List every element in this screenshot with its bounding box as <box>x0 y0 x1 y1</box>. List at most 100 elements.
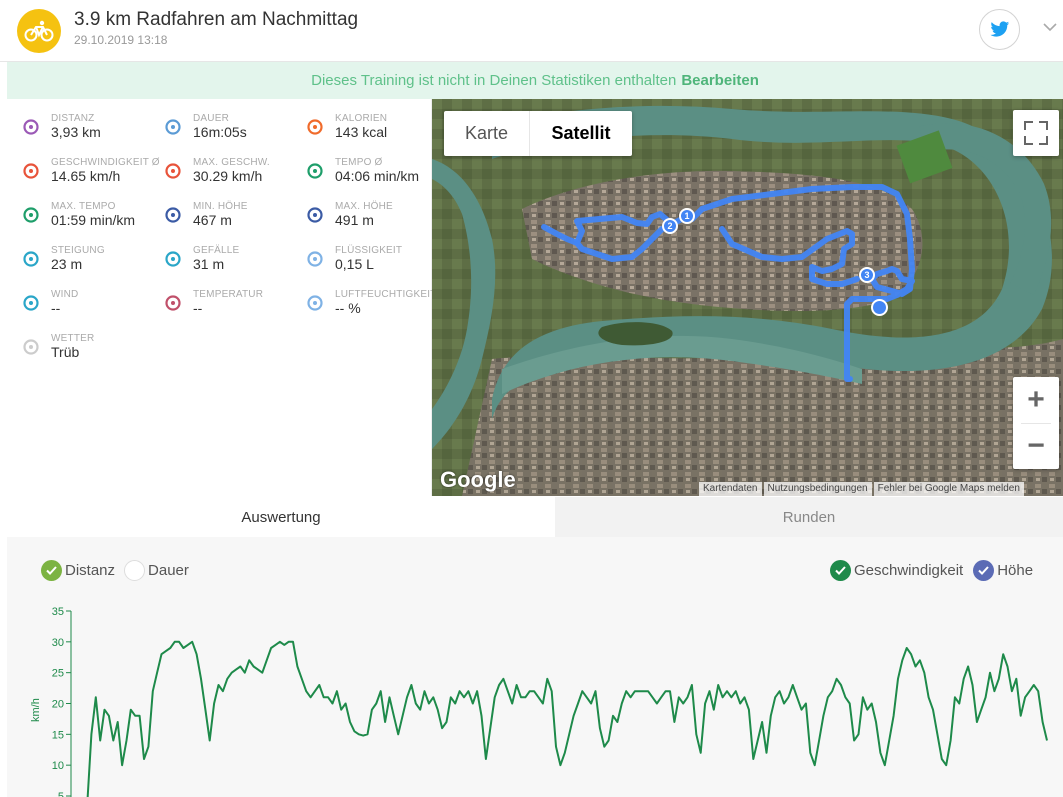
stat-dauer: DAUER 16m:05s <box>149 99 289 140</box>
stat-label: GESCHWINDIGKEIT Ø <box>51 157 160 168</box>
stat-max-höhe: MAX. HÖHE 491 m <box>291 187 431 228</box>
fullscreen-button[interactable] <box>1013 110 1059 156</box>
attribution-nutzungsbedingungen[interactable]: Nutzungsbedingungen <box>763 482 872 496</box>
stat-value: Trüb <box>51 344 80 360</box>
route-map[interactable]: 1 2 3 Karte Satellit + − Google Kartenda… <box>432 99 1063 496</box>
stat-value: 491 m <box>335 212 374 228</box>
satellite-map-image <box>432 99 1063 496</box>
stat-label: MAX. GESCHW. <box>193 157 270 168</box>
tab-runden[interactable]: Runden <box>555 497 1063 537</box>
wind-icon <box>22 294 40 312</box>
stat-value: 14.65 km/h <box>51 168 121 184</box>
analysis-tabs: Auswertung Runden <box>7 497 1063 537</box>
stat-tempo: TEMPO Ø 04:06 min/km <box>291 143 431 184</box>
google-logo: Google <box>440 467 516 492</box>
zoom-out-button[interactable]: − <box>1013 423 1059 469</box>
stat-value: 143 kcal <box>335 124 388 140</box>
distanz-label: Distanz <box>65 561 116 579</box>
map-type-satellit-button[interactable]: Satellit <box>530 111 632 156</box>
stat-wind: WIND -- <box>7 275 147 316</box>
zoom-separator <box>1021 423 1051 424</box>
pace-icon <box>306 162 324 180</box>
dauer-checkbox[interactable] <box>124 559 146 581</box>
distance-pin-icon <box>22 118 40 136</box>
stat-value: 01:59 min/km <box>51 212 136 228</box>
stat-label: TEMPERATUR <box>193 289 264 300</box>
map-type-karte-button[interactable]: Karte <box>444 111 530 156</box>
stat-steigung: STEIGUNG 23 m <box>7 231 147 272</box>
mountain-max-icon <box>306 206 324 224</box>
x-axis-toggle: Distanz Dauer <box>41 559 189 581</box>
stat-wetter: WETTER Trüb <box>7 319 147 360</box>
stat-value: 467 m <box>193 212 232 228</box>
y-tick-label: 20 <box>52 699 64 711</box>
map-attribution: Kartendaten Nutzungsbedingungen Fehler b… <box>697 482 1024 496</box>
attribution-fehler-melden[interactable]: Fehler bei Google Maps melden <box>873 482 1024 496</box>
geschwindigkeit-checkbox[interactable] <box>830 559 851 581</box>
stopwatch-icon <box>164 118 182 136</box>
fullscreen-icon <box>1024 121 1048 145</box>
activity-date: 29.10.2019 13:18 <box>74 33 168 47</box>
edit-link[interactable]: Bearbeiten <box>681 72 759 89</box>
stat-value: 16m:05s <box>193 124 247 140</box>
route-marker-3[interactable]: 3 <box>859 267 875 283</box>
stat-label: KALORIEN <box>335 113 388 124</box>
stat-kalorien: KALORIEN 143 kcal <box>291 99 431 140</box>
y-tick-label: 15 <box>52 729 64 741</box>
stat-label: TEMPO Ø <box>335 157 383 168</box>
stat-value: -- % <box>335 300 361 316</box>
check-icon <box>46 565 57 575</box>
geschwindigkeit-label: Geschwindigkeit <box>854 561 964 579</box>
mountain-min-icon <box>164 206 182 224</box>
attribution-kartendaten[interactable]: Kartendaten <box>699 482 762 496</box>
zoom-controls: + − <box>1013 377 1059 469</box>
twitter-share-button[interactable] <box>979 9 1020 50</box>
speed-series-line <box>86 640 1048 797</box>
route-end-marker[interactable] <box>871 299 888 316</box>
cycling-icon <box>17 9 61 53</box>
speed-chart: 5 10 15 20 25 30 35 km/h <box>30 606 1048 797</box>
route-marker-2[interactable]: 2 <box>662 218 678 234</box>
stat-value: 31 m <box>193 256 225 272</box>
stat-label: STEIGUNG <box>51 245 105 256</box>
hoehe-label: Höhe <box>997 561 1034 579</box>
zoom-in-button[interactable]: + <box>1013 377 1059 423</box>
map-type-toggle: Karte Satellit <box>444 111 632 156</box>
series-toggle: Geschwindigkeit Höhe <box>830 559 1033 581</box>
stat-max-tempo: MAX. TEMPO 01:59 min/km <box>7 187 147 228</box>
humidity-icon <box>306 294 324 312</box>
chevron-down-icon[interactable] <box>1040 17 1060 37</box>
check-icon <box>835 565 846 575</box>
stat-luftfeuchtigkeit: LUFTFEUCHTIGKEIT -- % <box>291 275 436 316</box>
stat-value: 30.29 km/h <box>193 168 263 184</box>
stat-value: 0,15 L <box>335 256 374 272</box>
stat-label: MAX. TEMPO <box>51 201 116 212</box>
route-marker-1[interactable]: 1 <box>679 208 695 224</box>
y-tick-label: 35 <box>52 606 64 618</box>
hoehe-checkbox[interactable] <box>973 559 995 581</box>
statistics-notice-banner: Dieses Training ist nicht in Deinen Stat… <box>7 62 1063 99</box>
pace-max-icon <box>22 206 40 224</box>
stat-label: DISTANZ <box>51 113 95 124</box>
stat-max-geschw: MAX. GESCHW. 30.29 km/h <box>149 143 289 184</box>
stats-panel: DISTANZ 3,93 km DAUER 16m:05s KALORIEN 143 kc… <box>7 99 436 496</box>
stat-label: FLÜSSIGKEIT <box>335 245 403 256</box>
distanz-checkbox[interactable] <box>41 559 62 581</box>
stat-value: 04:06 min/km <box>335 168 420 184</box>
stat-temperatur: TEMPERATUR -- <box>149 275 289 316</box>
dauer-label: Dauer <box>148 561 189 579</box>
tab-auswertung[interactable]: Auswertung <box>7 497 555 537</box>
water-drops-icon <box>306 250 324 268</box>
y-tick-label: 5 <box>58 791 64 797</box>
y-tick-label: 30 <box>52 637 64 649</box>
ascent-icon <box>22 250 40 268</box>
thermometer-icon <box>164 294 182 312</box>
stat-label: WIND <box>51 289 79 300</box>
cloud-icon <box>22 338 40 356</box>
stat-flüssigkeit: FLÜSSIGKEIT 0,15 L <box>291 231 431 272</box>
activity-title: 3.9 km Radfahren am Nachmittag <box>74 9 359 30</box>
stat-value: 3,93 km <box>51 124 101 140</box>
stat-value: -- <box>51 300 61 316</box>
stat-label: MIN. HÖHE <box>193 201 248 212</box>
speedometer-max-icon <box>164 162 182 180</box>
